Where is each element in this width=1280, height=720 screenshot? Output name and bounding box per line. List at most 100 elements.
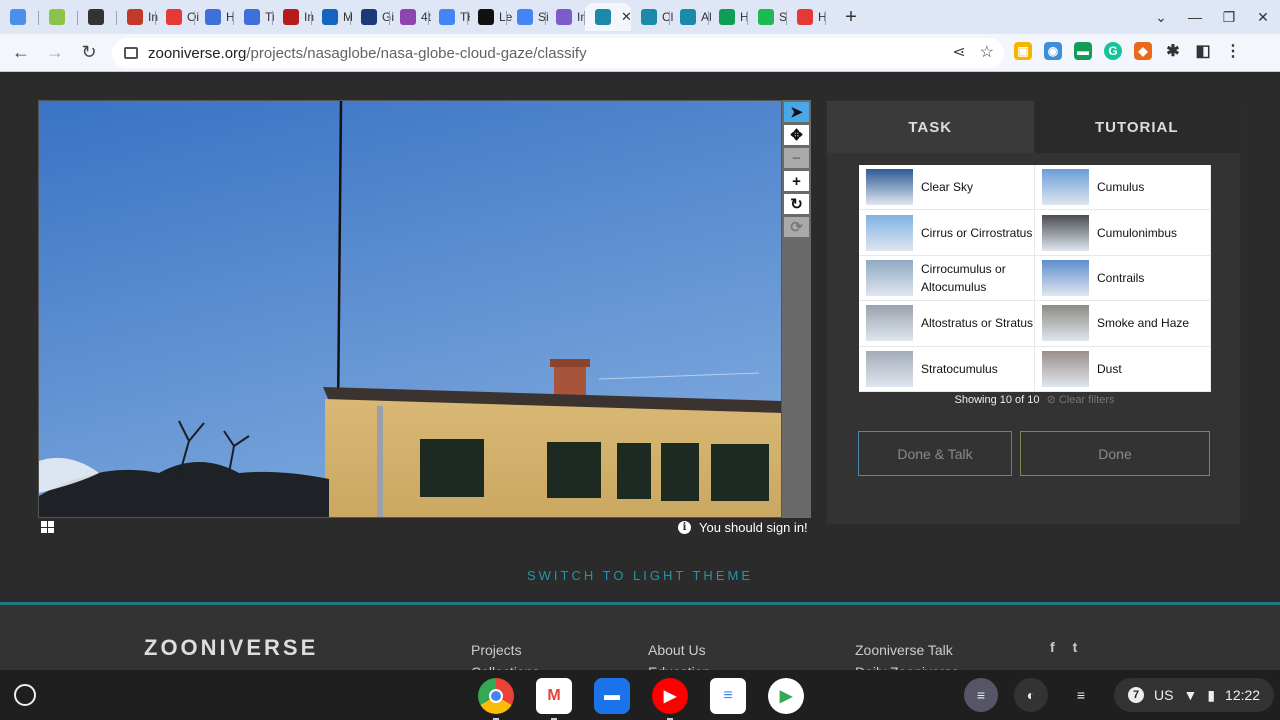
extensions-area: ▣ ◉ ▬ G ◆ ✱ ◧ ⋮ [1014, 42, 1242, 60]
extension-icon[interactable]: ▣ [1014, 42, 1032, 60]
browser-tab[interactable]: Gi [351, 3, 394, 31]
browser-tab[interactable]: H [195, 3, 235, 31]
cloud-choice[interactable]: Smoke and Haze [1035, 301, 1211, 347]
choice-label: Cumulonimbus [1097, 225, 1178, 240]
browser-tab[interactable]: Cl [631, 3, 673, 31]
browser-tab[interactable]: H [787, 3, 827, 31]
subject-image[interactable] [38, 100, 782, 518]
clear-filters-link[interactable]: ⊘ Clear filters [1047, 394, 1115, 406]
browser-tab[interactable]: S [748, 3, 787, 31]
browser-tab[interactable]: Tł [429, 3, 470, 31]
battery-icon: ▮ [1207, 686, 1216, 703]
cloud-choice[interactable]: Dust [1035, 346, 1211, 392]
browser-tab[interactable] [0, 3, 39, 31]
back-button[interactable]: ← [4, 42, 38, 63]
footer-link-projects[interactable]: Projects [471, 639, 539, 661]
menu-icon[interactable]: ⋮ [1224, 42, 1242, 60]
cloud-choice[interactable]: Stratocumulus [859, 346, 1035, 392]
media-controls-icon[interactable]: ◐ [1014, 678, 1048, 712]
rotate-icon[interactable]: ↻ [784, 194, 809, 214]
tab-tutorial[interactable]: TUTORIAL [1033, 101, 1240, 153]
bookmark-star-icon[interactable]: ☆ [980, 42, 994, 62]
done-button[interactable]: Done [1020, 431, 1210, 476]
share-icon[interactable]: ⋖ [952, 42, 965, 62]
browser-tab[interactable]: Oi [156, 3, 199, 31]
cloud-choice[interactable]: Cirrus or Cirrostratus [859, 210, 1035, 256]
close-window-button[interactable]: ✕ [1246, 9, 1280, 26]
extension-icon[interactable]: ◉ [1044, 42, 1062, 60]
address-bar[interactable]: zooniverse.org/projects/nasaglobe/nasa-g… [112, 38, 1004, 68]
sign-in-notice: i You should sign in! [678, 520, 808, 535]
minimize-button[interactable]: — [1178, 9, 1212, 25]
play-store-app-icon[interactable]: ▶ [768, 678, 804, 714]
facebook-icon[interactable]: f [1050, 639, 1055, 655]
user-avatar[interactable]: ≡ [964, 678, 998, 712]
footer-link-talk[interactable]: Zooniverse Talk [855, 639, 959, 661]
browser-tab[interactable]: In [546, 3, 587, 31]
done-and-talk-button[interactable]: Done & Talk [858, 431, 1012, 476]
reload-button[interactable]: ↻ [72, 42, 106, 63]
window-controls: ⌄ — ❐ ✕ [1144, 0, 1280, 34]
extension-icon[interactable]: ◆ [1134, 42, 1152, 60]
cloud-choice[interactable]: Cirrocumulus or Altocumulus [859, 255, 1035, 302]
tab-favicon-icon [283, 9, 299, 25]
extensions-puzzle-icon[interactable]: ✱ [1164, 42, 1182, 60]
reset-icon[interactable]: ⟳ [784, 217, 809, 237]
pan-tool-icon[interactable]: ✥ [784, 125, 809, 145]
browser-tab[interactable]: ✕ [585, 3, 632, 31]
footer-col-2: About Us Education [648, 639, 710, 670]
tab-search-icon[interactable]: ⌄ [1144, 9, 1178, 26]
zooniverse-logo[interactable]: ZOONIVERSE [144, 635, 318, 661]
pointer-tool-icon[interactable]: ➤ [784, 102, 809, 122]
playlist-icon[interactable]: ≡ [1064, 678, 1098, 712]
twitter-icon[interactable]: t [1073, 639, 1078, 655]
restore-button[interactable]: ❐ [1212, 9, 1246, 26]
tab-favicon-icon [88, 9, 104, 25]
browser-tab[interactable]: M [312, 3, 353, 31]
browser-tab[interactable]: Le [468, 3, 512, 31]
footer-link-daily[interactable]: Daily Zooniverse [855, 661, 959, 670]
side-panel-icon[interactable]: ◧ [1194, 42, 1212, 60]
cloud-choice[interactable]: Cumulonimbus [1035, 210, 1211, 256]
choice-thumbnail [866, 214, 913, 251]
grammarly-icon[interactable]: G [1104, 42, 1122, 60]
site-info-icon[interactable] [124, 47, 138, 59]
clock: 12:22 [1225, 687, 1261, 703]
browser-tab[interactable]: In [273, 3, 314, 31]
browser-tab[interactable]: Al [670, 3, 712, 31]
launcher-icon[interactable] [14, 684, 36, 706]
cloud-choice[interactable]: Altostratus or Stratus [859, 301, 1035, 347]
browser-tab[interactable]: In [117, 3, 158, 31]
browser-tab[interactable]: H [709, 3, 749, 31]
browser-tab[interactable]: 4t [390, 3, 431, 31]
browser-tab[interactable]: Si [507, 3, 549, 31]
chrome-app-icon[interactable] [478, 678, 514, 720]
filter-status: Showing 10 of 10 ⊘ Clear filters [827, 393, 1242, 406]
gmail-app-icon[interactable]: M [536, 678, 572, 720]
zoom-in-icon[interactable]: + [784, 171, 809, 191]
choice-label: Dust [1097, 361, 1122, 376]
footer-col-1: Projects Collections [471, 639, 539, 670]
status-area[interactable]: 7 US ▼ ▮ 12:22 [1114, 678, 1275, 712]
files-app-icon[interactable]: ▬ [594, 678, 630, 714]
youtube-app-icon[interactable]: ▶ [652, 678, 688, 720]
cloud-choice[interactable]: Cumulus [1035, 165, 1211, 211]
new-tab-button[interactable]: + [836, 6, 866, 29]
cast-icon[interactable]: ▬ [1074, 42, 1092, 60]
forward-button[interactable]: → [38, 42, 72, 63]
tab-title: S [779, 10, 788, 24]
footer-link-collections[interactable]: Collections [471, 661, 539, 670]
metadata-grid-icon[interactable] [41, 521, 55, 533]
tab-task[interactable]: TASK [827, 101, 1034, 153]
zoom-out-icon[interactable]: − [784, 148, 809, 168]
tab-favicon-icon [205, 9, 221, 25]
docs-app-icon[interactable]: ≡ [710, 678, 746, 714]
browser-tab[interactable]: Ti [234, 3, 275, 31]
browser-tab[interactable] [78, 3, 117, 31]
cloud-choice[interactable]: Contrails [1035, 255, 1211, 302]
browser-tab[interactable] [39, 3, 78, 31]
footer-link-about[interactable]: About Us [648, 639, 710, 661]
switch-theme-link[interactable]: SWITCH TO LIGHT THEME [0, 568, 1280, 583]
footer-link-education[interactable]: Education [648, 661, 710, 670]
cloud-choice[interactable]: Clear Sky [859, 165, 1035, 211]
